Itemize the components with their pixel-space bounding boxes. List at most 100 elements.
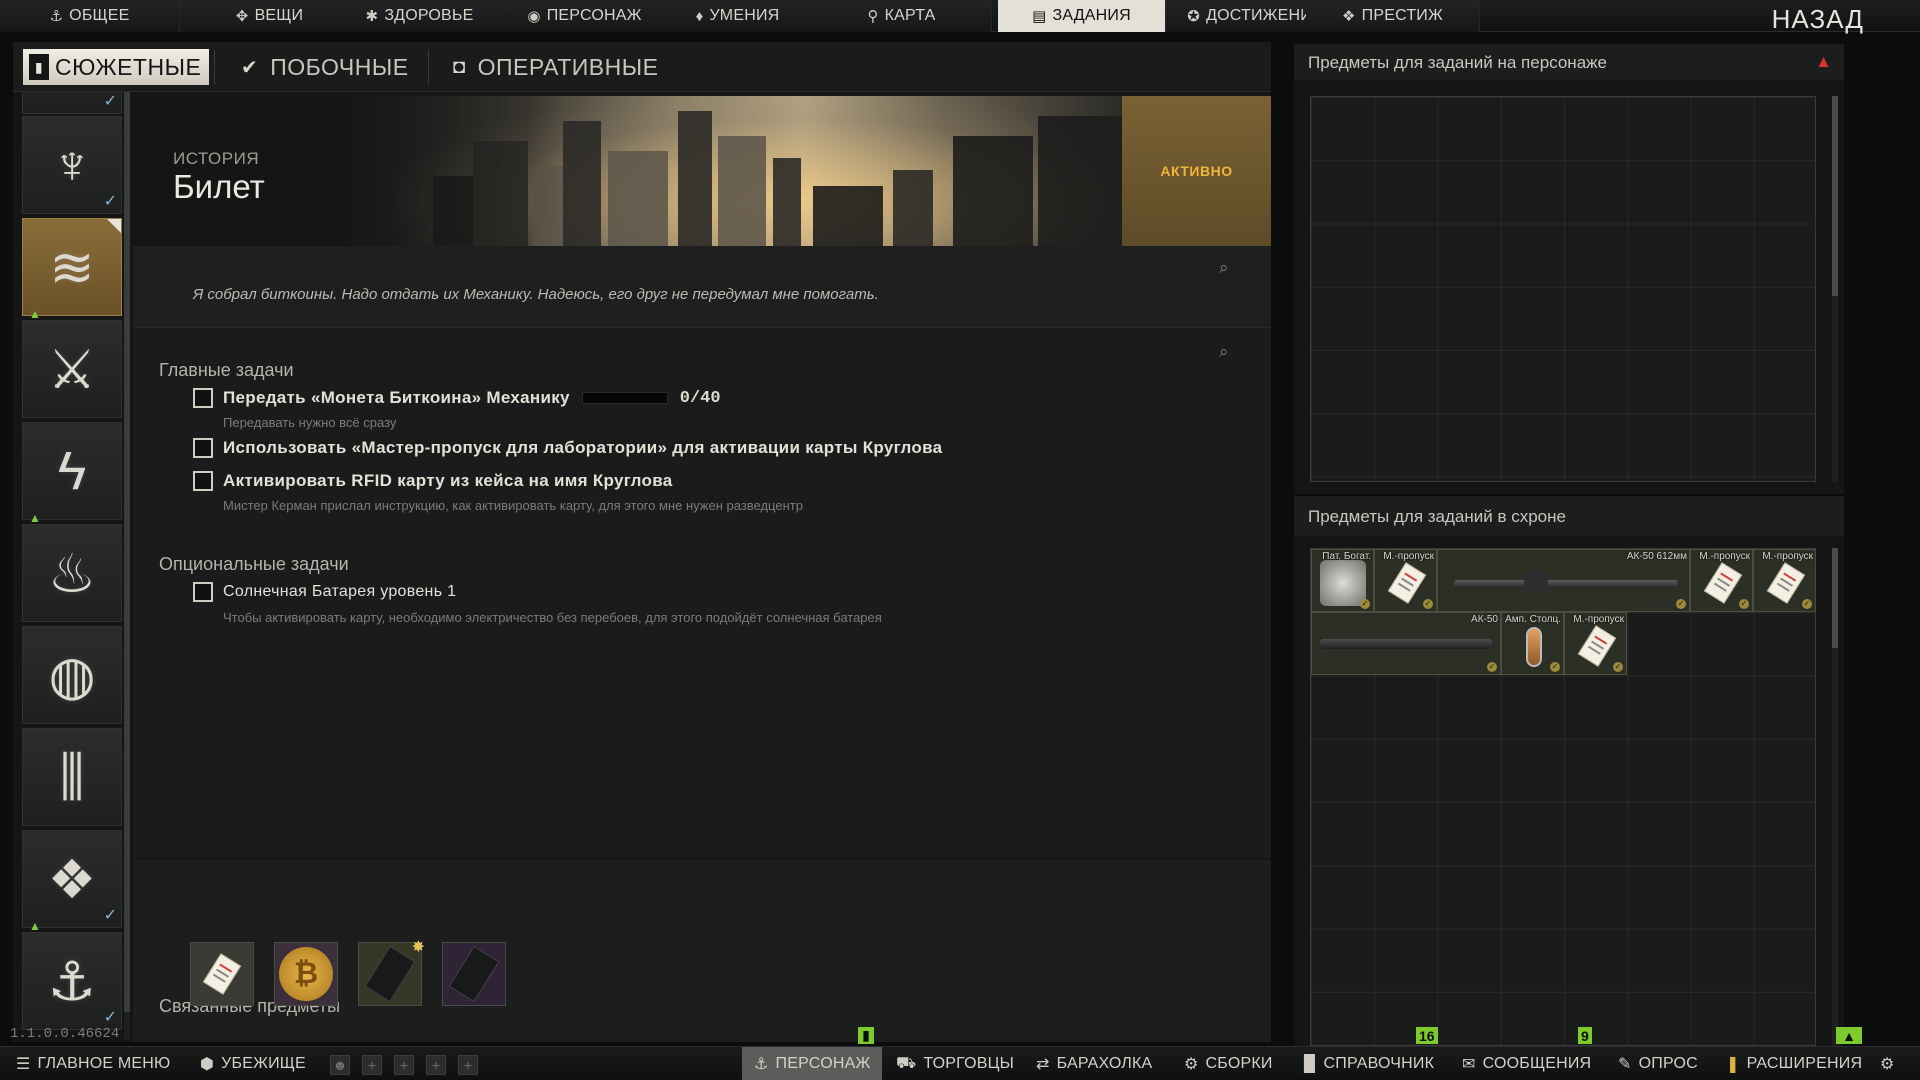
stash-item[interactable]: М.-пропуск ✓ xyxy=(1374,549,1437,612)
objective-checkbox[interactable] xyxy=(193,438,213,458)
banner-building xyxy=(718,136,766,246)
scrollbar-thumb[interactable] xyxy=(1832,548,1838,648)
crossed-axes-icon: ⚔ xyxy=(47,339,97,400)
achievement-icon: ✪ xyxy=(1187,8,1201,25)
panel-scrollbar[interactable] xyxy=(1832,96,1838,482)
objective-checkbox[interactable] xyxy=(193,582,213,602)
quick-slot[interactable]: + xyxy=(458,1055,478,1075)
character-quest-items-panel: Предметы для заданий на персонаже ▲ xyxy=(1294,44,1844,494)
keycard-pass-icon xyxy=(1766,562,1806,604)
patch-icon xyxy=(1320,560,1366,606)
related-item-rfid-card[interactable]: ✸ xyxy=(358,939,425,1006)
tab-prestige-label: ПРЕСТИЖ xyxy=(1361,7,1443,24)
stash-item[interactable]: Амп. Столц. ✓ xyxy=(1501,612,1564,675)
traders-button[interactable]: ⛟ ТОРГОВЦЫ xyxy=(896,1047,1014,1080)
maze-icon: ❖ xyxy=(47,849,97,910)
character-label: ПЕРСОНАЖ xyxy=(775,1055,871,1072)
quick-slot[interactable]: + xyxy=(362,1055,382,1075)
quest-icon-item[interactable]: ϟ xyxy=(22,422,122,520)
quest-icon-item[interactable]: ▲ ⚓ ✓ xyxy=(22,919,122,1030)
stash-item[interactable]: М.-пропуск ✓ xyxy=(1564,612,1627,675)
keycard-pass-icon xyxy=(1577,625,1617,667)
tab-prestige[interactable]: ❖ ПРЕСТИЖ xyxy=(1306,0,1480,32)
stash-item[interactable]: АК-50 612мм ✓ xyxy=(1437,549,1690,612)
quest-list-scrollbar[interactable] xyxy=(124,92,130,1040)
check-icon: ✓ xyxy=(103,1009,117,1026)
hideout-label: УБЕЖИЩЕ xyxy=(221,1055,306,1072)
stash-item-label: Пат. Богат. xyxy=(1322,551,1371,562)
quest-icon-item[interactable]: ▲ ⚔ xyxy=(22,307,122,418)
back-button[interactable]: НАЗАД xyxy=(1772,4,1864,35)
messages-button[interactable]: ✉ СООБЩЕНИЯ xyxy=(1462,1047,1591,1080)
quest-icon-item[interactable]: ▲ ♨ xyxy=(22,511,122,622)
objective-row: Передать «Монета Биткоина» Механику 0/40 xyxy=(193,388,721,408)
stash-item[interactable]: М.-пропуск ✓ xyxy=(1690,549,1753,612)
quest-icon-item[interactable]: ▾✓ xyxy=(22,92,122,114)
optional-tasks-header: Опциональные задачи xyxy=(159,554,349,574)
quick-slot[interactable]: + xyxy=(394,1055,414,1075)
stash-item[interactable]: Пат. Богат. ✓ xyxy=(1311,549,1374,612)
settings-button[interactable]: ⚙ xyxy=(1880,1047,1902,1080)
messages-icon: ✉ xyxy=(1462,1056,1476,1073)
fire-icon: ♨ xyxy=(47,543,97,604)
handbook-label: СПРАВОЧНИК xyxy=(1323,1055,1435,1072)
handbook-count-badge: 9 xyxy=(1578,1027,1592,1044)
stash-item[interactable]: М.-пропуск ✓ xyxy=(1753,549,1816,612)
map-pin-icon: ⚲ xyxy=(867,8,879,25)
handbook-button[interactable]: ▉ СПРАВОЧНИК xyxy=(1304,1047,1434,1080)
banner-building xyxy=(773,158,801,246)
quest-objectives: ⌕ Главные задачи Передать «Монета Биткои… xyxy=(133,328,1271,858)
hideout-button[interactable]: ⬢ УБЕЖИЩЕ xyxy=(200,1047,306,1080)
magnify-icon[interactable]: ⌕ xyxy=(1219,258,1229,278)
quick-slot-avatar[interactable]: ☻ xyxy=(330,1055,350,1075)
quick-slot[interactable]: + xyxy=(426,1055,446,1075)
check-circle-icon: ✔ xyxy=(241,56,259,79)
banner-building xyxy=(608,151,668,246)
check-icon: ✓ xyxy=(103,93,117,110)
menu-icon: ☰ xyxy=(16,1056,31,1073)
banner-building xyxy=(1038,116,1122,246)
related-item-bitcoin[interactable]: ₿ xyxy=(274,942,338,1006)
quest-icon-list: ▾✓ ♆✓ ≋ ▲⚔ ϟ ▲♨ ◍ ⫼ ❖✓ ▲⚓✓ xyxy=(13,92,133,1042)
quest-icon-item[interactable]: ◍ xyxy=(22,626,122,724)
extensions-button[interactable]: ❚ РАСШИРЕНИЯ xyxy=(1726,1047,1862,1080)
related-item-rfid-card-dark[interactable] xyxy=(442,942,506,1006)
tab-side[interactable]: ✔ ПОБОЧНЫЕ xyxy=(241,42,409,92)
quest-icon-item[interactable]: ❖ ✓ xyxy=(22,830,122,928)
tab-tasks-label: ЗАДАНИЯ xyxy=(1052,7,1131,24)
tab-skills[interactable]: ♦ УМЕНИЯ xyxy=(648,0,828,32)
survey-button[interactable]: ✎ ОПРОС xyxy=(1618,1047,1698,1080)
build-version: 1.1.0.0.46624 xyxy=(10,1026,120,1042)
handbook-icon: ▉ xyxy=(1304,1056,1317,1073)
character-items-grid[interactable] xyxy=(1310,96,1816,482)
flea-market-button[interactable]: ⇄ БАРАХОЛКА xyxy=(1036,1047,1152,1080)
panel-scrollbar[interactable] xyxy=(1832,548,1838,1046)
tab-story-label: СЮЖЕТНЫЕ xyxy=(55,53,202,80)
tab-general[interactable]: ⚓ ОБЩЕЕ xyxy=(0,0,180,32)
quest-icon-item-selected[interactable]: ≋ xyxy=(22,218,122,316)
tab-tasks[interactable]: ▤ ЗАДАНИЯ xyxy=(998,0,1166,32)
flea-market-icon: ⇄ xyxy=(1036,1056,1050,1073)
extensions-label: РАСШИРЕНИЯ xyxy=(1746,1055,1863,1072)
stash-item-label: АК-50 xyxy=(1471,614,1498,625)
story-icon: ▮ xyxy=(29,54,49,80)
related-item-keycard[interactable] xyxy=(190,942,254,1006)
character-button[interactable]: ⚓ ПЕРСОНАЖ xyxy=(742,1047,883,1080)
tab-health[interactable]: ✱ ЗДОРОВЬЕ xyxy=(330,0,510,32)
stash-items-grid[interactable]: Пат. Богат. ✓ М.-пропуск ✓ АК-50 612мм ✓… xyxy=(1310,548,1816,1046)
scrollbar-thumb[interactable] xyxy=(1832,96,1838,296)
tab-map[interactable]: ⚲ КАРТА xyxy=(812,0,992,32)
stash-item[interactable]: АК-50 ✓ xyxy=(1311,612,1501,675)
tab-story[interactable]: ▮ СЮЖЕТНЫЕ xyxy=(23,49,210,85)
main-menu-button[interactable]: ☰ ГЛАВНОЕ МЕНЮ xyxy=(16,1047,170,1080)
warning-icon: ▲ xyxy=(29,919,41,933)
stash-item-label: Амп. Столц. xyxy=(1505,614,1561,625)
quest-icon-item[interactable]: ⫼ xyxy=(22,728,122,826)
objective-checkbox[interactable] xyxy=(193,471,213,491)
quest-icon-item[interactable]: ♆ ✓ xyxy=(22,116,122,214)
objective-checkbox[interactable] xyxy=(193,388,213,408)
builds-button[interactable]: ⚙ СБОРКИ xyxy=(1184,1047,1273,1080)
tab-operational[interactable]: ◘ ОПЕРАТИВНЫЕ xyxy=(453,42,658,92)
magnify-icon[interactable]: ⌕ xyxy=(1219,342,1229,362)
scrollbar-thumb[interactable] xyxy=(124,92,130,1012)
